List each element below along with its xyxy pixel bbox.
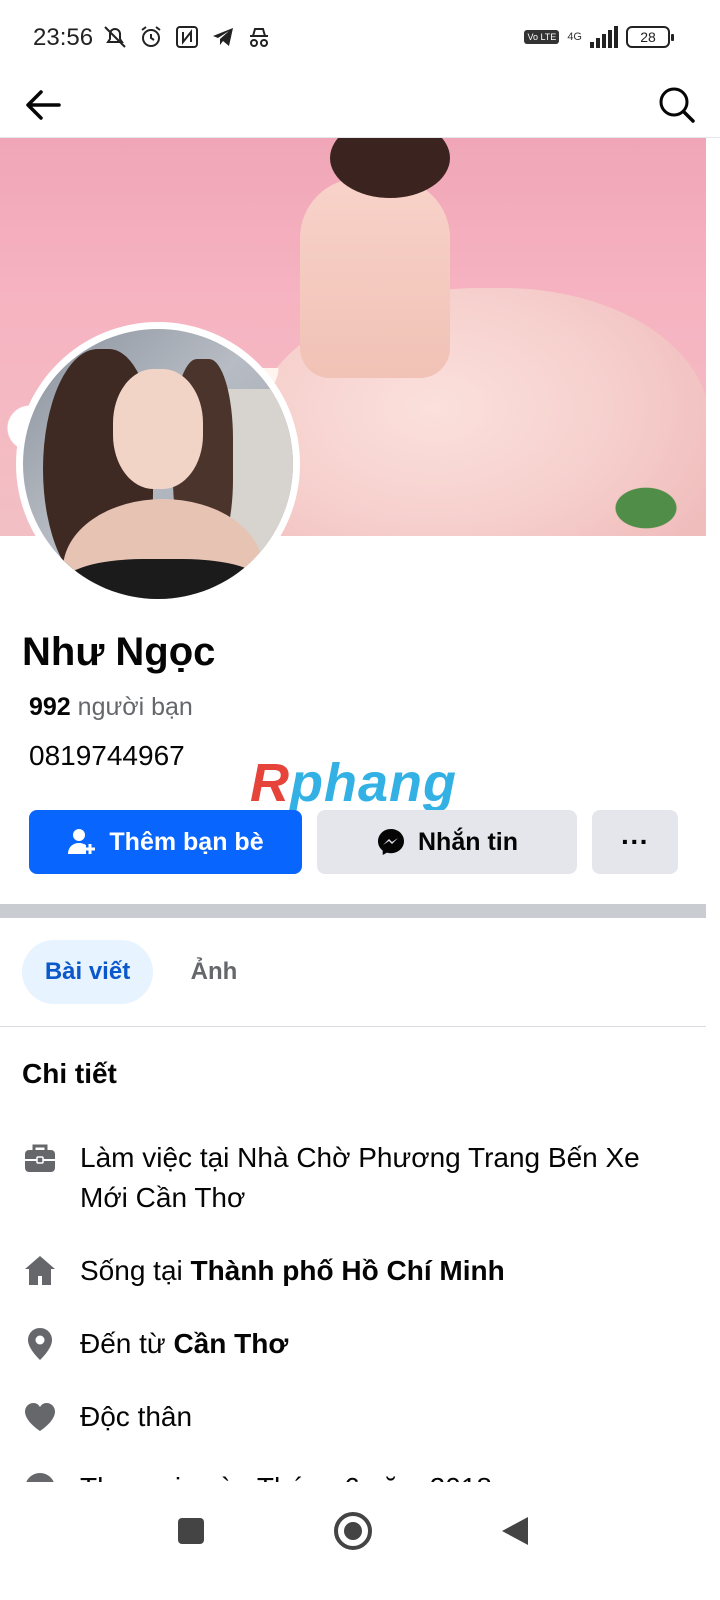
detail-lives-place[interactable]: Thành phố Hồ Chí Minh	[191, 1255, 505, 1286]
detail-relationship-text: Độc thân	[80, 1401, 193, 1432]
detail-joined: Tham gia vào Tháng 6 năm 2018	[22, 1468, 662, 1482]
detail-from: Đến từ Cần Thơ	[22, 1324, 662, 1364]
volte-icon: Vo LTE	[524, 30, 560, 44]
search-button[interactable]	[652, 80, 702, 130]
briefcase-icon	[25, 1144, 55, 1172]
detail-joined-text: Tham gia vào Tháng 6 năm 2018	[80, 1468, 492, 1482]
signal-icon	[590, 26, 618, 48]
messenger-icon	[378, 829, 404, 855]
tab-photos[interactable]: Ảnh	[172, 940, 256, 1004]
network-type: 4G	[567, 31, 582, 43]
detail-work: Làm việc tại Nhà Chờ Phương Trang Bến Xe…	[22, 1138, 662, 1218]
recents-icon	[178, 1518, 204, 1544]
watermark-logo: Rphang	[250, 753, 457, 813]
detail-lives: Sống tại Thành phố Hồ Chí Minh	[22, 1251, 662, 1291]
message-button[interactable]: Nhắn tin	[317, 810, 577, 874]
incognito-icon	[250, 28, 268, 47]
avatar-image	[23, 329, 293, 599]
add-friend-icon	[68, 829, 96, 854]
status-icons-right: Vo LTE 4G 28	[524, 26, 674, 48]
more-options-button[interactable]: ···	[592, 810, 678, 874]
search-icon	[659, 87, 695, 123]
profile-name: Như Ngọc	[22, 630, 216, 674]
phone-number: 0819744967	[29, 740, 185, 771]
system-back-button[interactable]	[490, 1506, 540, 1556]
location-pin-icon	[28, 1328, 52, 1360]
tab-posts[interactable]: Bài viết	[22, 940, 153, 1004]
battery-icon: 28	[626, 26, 674, 48]
detail-work-text: Làm việc tại Nhà Chờ Phương Trang Bến Xe…	[80, 1142, 640, 1213]
home-button[interactable]	[328, 1506, 378, 1556]
recents-button[interactable]	[166, 1506, 216, 1556]
detail-lives-prefix: Sống tại	[80, 1255, 191, 1286]
nfc-icon	[176, 26, 198, 48]
details-title: Chi tiết	[22, 1058, 117, 1089]
section-divider	[0, 904, 706, 918]
more-icon: ···	[621, 826, 649, 857]
telegram-icon	[213, 28, 233, 46]
detail-from-place[interactable]: Cần Thơ	[173, 1328, 288, 1359]
alarm-icon	[141, 26, 161, 47]
add-friend-label: Thêm bạn bè	[109, 827, 264, 856]
detail-relationship: Độc thân	[22, 1397, 662, 1437]
mute-icon	[104, 26, 126, 48]
back-arrow-icon	[26, 90, 61, 120]
status-bar: 23:56 Vo LTE 4G 28	[0, 0, 720, 76]
friends-label: người bạn	[77, 693, 193, 721]
heart-icon	[25, 1403, 55, 1431]
friends-count-line[interactable]: 992 người bạn	[29, 693, 193, 722]
message-label: Nhắn tin	[418, 827, 518, 856]
add-friend-button[interactable]: Thêm bạn bè	[29, 810, 302, 874]
back-triangle-icon	[502, 1517, 528, 1545]
profile-avatar[interactable]	[16, 322, 300, 606]
clock-icon	[26, 1473, 54, 1482]
status-icons-left	[102, 24, 272, 50]
status-time: 23:56	[33, 24, 94, 51]
tabs-divider	[0, 1026, 706, 1027]
home-circle-icon	[334, 1512, 372, 1550]
back-button[interactable]	[18, 80, 68, 130]
detail-from-prefix: Đến từ	[80, 1328, 174, 1359]
android-nav-bar	[0, 1482, 720, 1600]
friends-count: 992	[29, 693, 71, 721]
top-nav	[0, 76, 720, 138]
home-icon	[25, 1256, 55, 1285]
